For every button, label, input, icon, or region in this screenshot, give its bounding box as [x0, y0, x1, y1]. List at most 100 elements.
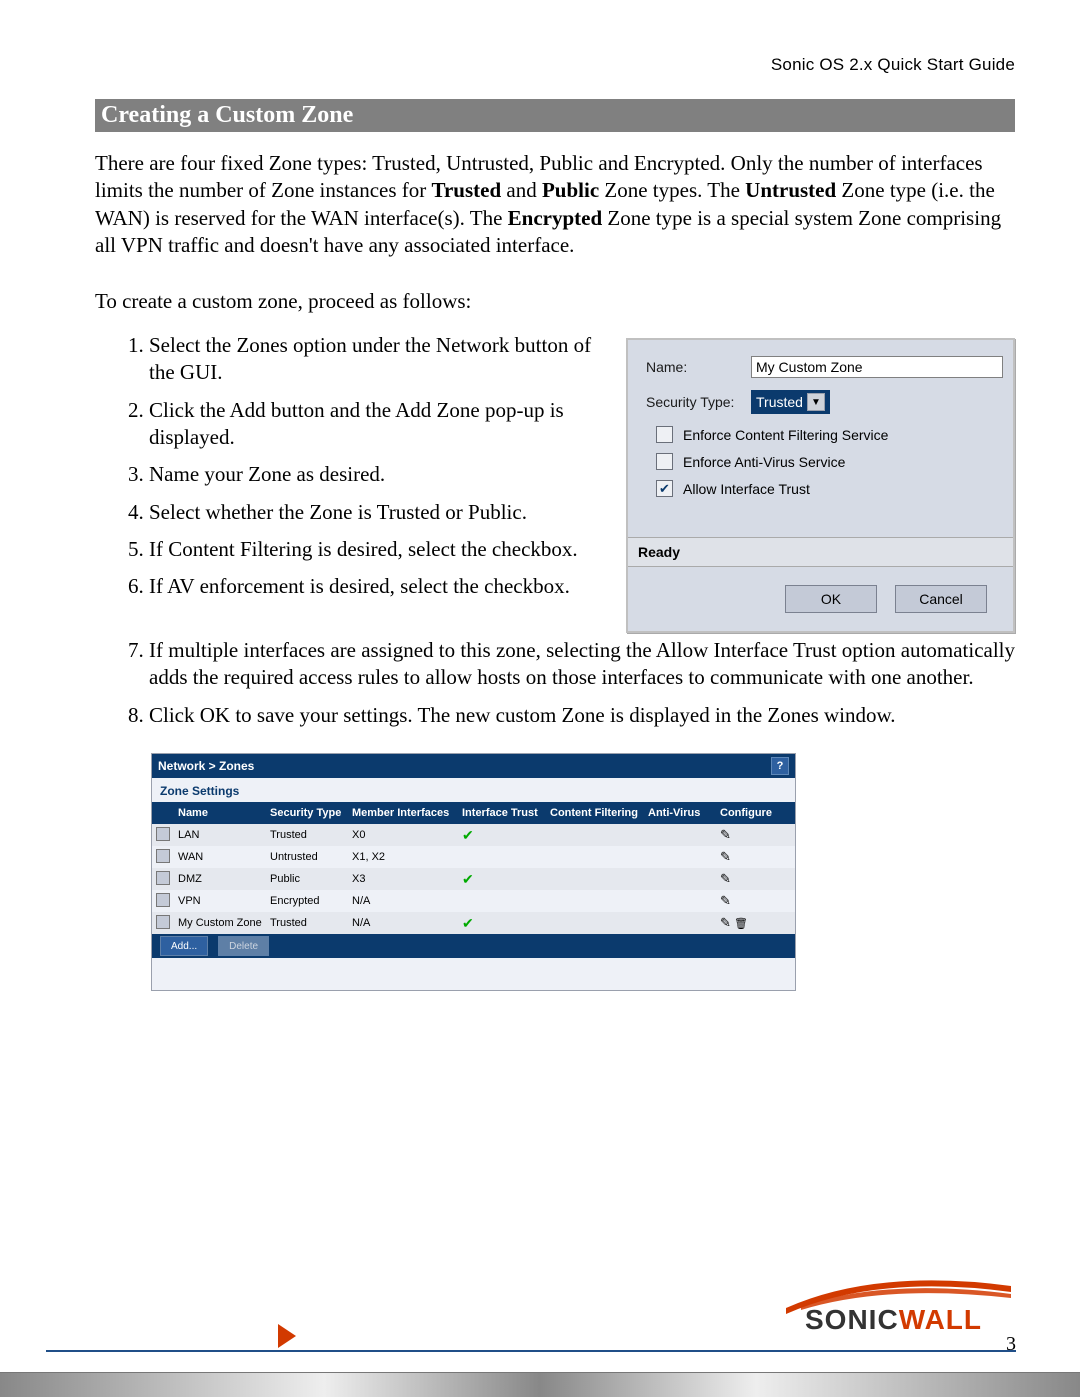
cell-name: WAN — [174, 851, 266, 863]
step-2: Click the Add button and the Add Zone po… — [149, 397, 602, 452]
zones-breadcrumb: Network > Zones — [158, 759, 254, 773]
cell-member: X0 — [348, 829, 458, 841]
checkbox-av[interactable] — [656, 453, 673, 470]
zones-section-label: Zone Settings — [152, 778, 795, 802]
row-checkbox[interactable] — [156, 893, 170, 907]
cell-sectype: Trusted — [266, 829, 348, 841]
col-sectype: Security Type — [266, 807, 348, 819]
add-zone-popup: Name: Security Type: Trusted ▼ Enforce C… — [626, 338, 1015, 633]
check-icon: ✔ — [462, 827, 474, 843]
popup-opt-trust: Allow Interface Trust — [683, 481, 810, 497]
col-config: Configure — [716, 807, 791, 819]
ok-button[interactable]: OK — [785, 585, 877, 613]
table-row: My Custom ZoneTrustedN/A ✔ ✎ 🗑 — [152, 912, 795, 934]
popup-sectype-label: Security Type: — [646, 394, 751, 410]
cell-member: X1, X2 — [348, 851, 458, 863]
cell-config: ✎ — [716, 827, 791, 843]
popup-opt-av: Enforce Anti-Virus Service — [683, 454, 845, 470]
step-5: If Content Filtering is desired, select … — [149, 536, 602, 563]
step-4: Select whether the Zone is Trusted or Pu… — [149, 499, 602, 526]
cell-sectype: Trusted — [266, 917, 348, 929]
popup-sectype-select[interactable]: Trusted ▼ — [751, 390, 830, 414]
section-heading: Creating a Custom Zone — [95, 99, 1015, 132]
cell-config: ✎ — [716, 871, 791, 887]
popup-status: Ready — [628, 537, 1013, 567]
intro-bold-encrypted: Encrypted — [508, 206, 603, 230]
cell-config: ✎ — [716, 849, 791, 865]
proceed-text: To create a custom zone, proceed as foll… — [95, 289, 1015, 314]
popup-opt-cfs: Enforce Content Filtering Service — [683, 427, 888, 443]
sonicwall-logo: SONICWALL — [805, 1304, 982, 1336]
edit-icon[interactable]: ✎ — [720, 871, 731, 886]
trash-icon[interactable]: 🗑 — [734, 918, 748, 930]
cell-member: X3 — [348, 873, 458, 885]
col-name: Name — [174, 807, 266, 819]
doc-title: Sonic OS 2.x Quick Start Guide — [95, 55, 1015, 75]
check-icon: ✔ — [462, 915, 474, 931]
intro-c: and — [506, 178, 542, 202]
intro-bold-trusted: Trusted — [432, 178, 502, 202]
triangle-icon — [278, 1324, 296, 1348]
step-8: Click OK to save your settings. The new … — [149, 702, 1015, 729]
cancel-button[interactable]: Cancel — [895, 585, 987, 613]
cell-trust: ✔ — [458, 827, 546, 844]
steps-list-cont: If multiple interfaces are assigned to t… — [95, 637, 1015, 729]
logo-part1: SONIC — [805, 1304, 899, 1335]
checkbox-cfs[interactable] — [656, 426, 673, 443]
row-checkbox[interactable] — [156, 871, 170, 885]
steps-list: Select the Zones option under the Networ… — [95, 332, 602, 600]
page-footer: SONICWALL 3 — [46, 1350, 1016, 1352]
cell-config: ✎ 🗑 — [716, 915, 791, 931]
cell-name: My Custom Zone — [174, 917, 266, 929]
bottom-shadow — [0, 1372, 1080, 1397]
intro-bold-public: Public — [542, 178, 599, 202]
intro-e: Zone types. The — [604, 178, 745, 202]
col-cf: Content Filtering — [546, 807, 644, 819]
intro-paragraph: There are four fixed Zone types: Trusted… — [95, 150, 1015, 259]
table-row: DMZPublicX3 ✔ ✎ — [152, 868, 795, 890]
edit-icon[interactable]: ✎ — [720, 849, 731, 864]
table-row: LANTrustedX0 ✔ ✎ — [152, 824, 795, 846]
chevron-down-icon: ▼ — [807, 393, 825, 411]
popup-status-text: Ready — [638, 544, 680, 560]
cell-sectype: Untrusted — [266, 851, 348, 863]
cell-sectype: Encrypted — [266, 895, 348, 907]
table-row: VPNEncryptedN/A✎ — [152, 890, 795, 912]
edit-icon[interactable]: ✎ — [720, 827, 731, 842]
cell-config: ✎ — [716, 893, 791, 909]
checkbox-trust[interactable] — [656, 480, 673, 497]
cell-name: DMZ — [174, 873, 266, 885]
col-member: Member Interfaces — [348, 807, 458, 819]
check-icon: ✔ — [462, 871, 474, 887]
col-av: Anti-Virus — [644, 807, 716, 819]
zones-table-header: Name Security Type Member Interfaces Int… — [152, 802, 795, 824]
logo-part2: WALL — [899, 1304, 982, 1335]
step-7: If multiple interfaces are assigned to t… — [149, 637, 1015, 692]
cell-member: N/A — [348, 895, 458, 907]
cell-sectype: Public — [266, 873, 348, 885]
row-checkbox[interactable] — [156, 849, 170, 863]
help-icon[interactable]: ? — [771, 757, 789, 775]
popup-name-label: Name: — [646, 359, 751, 375]
step-3: Name your Zone as desired. — [149, 461, 602, 488]
edit-icon[interactable]: ✎ — [720, 893, 731, 908]
delete-button[interactable]: Delete — [218, 936, 269, 956]
cell-name: LAN — [174, 829, 266, 841]
col-trust: Interface Trust — [458, 807, 546, 819]
step-1: Select the Zones option under the Networ… — [149, 332, 602, 387]
edit-icon[interactable]: ✎ — [720, 915, 731, 930]
intro-bold-untrusted: Untrusted — [745, 178, 836, 202]
step-6: If AV enforcement is desired, select the… — [149, 573, 602, 600]
cell-trust: ✔ — [458, 871, 546, 888]
cell-trust: ✔ — [458, 915, 546, 932]
table-row: WANUntrustedX1, X2 ✎ — [152, 846, 795, 868]
popup-name-input[interactable] — [751, 356, 1003, 378]
row-checkbox[interactable] — [156, 827, 170, 841]
footer-rule — [46, 1350, 1016, 1352]
cell-member: N/A — [348, 917, 458, 929]
page-number: 3 — [1006, 1333, 1016, 1356]
popup-sectype-value: Trusted — [756, 394, 803, 410]
zones-window: Network > Zones ? Zone Settings Name Sec… — [151, 753, 796, 991]
row-checkbox[interactable] — [156, 915, 170, 929]
add-button[interactable]: Add... — [160, 936, 208, 956]
